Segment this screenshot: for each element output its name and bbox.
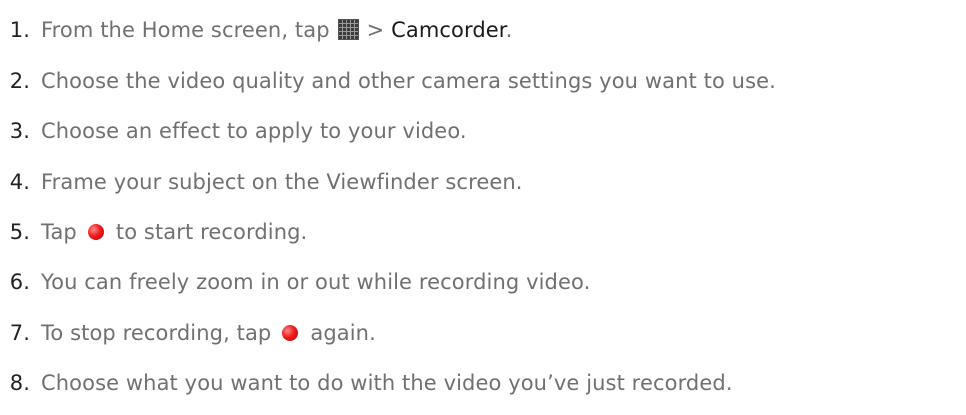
step-text: Choose what you want to do with the vide… xyxy=(41,371,733,395)
step-2: 2. Choose the video quality and other ca… xyxy=(0,66,776,96)
step-text: To stop recording, tap again. xyxy=(30,321,376,345)
step-3: 3. Choose an effect to apply to your vid… xyxy=(0,116,467,146)
step-number: 3. xyxy=(9,119,30,143)
step-6: 6. You can freely zoom in or out while r… xyxy=(0,267,591,297)
step-number: 5. xyxy=(9,220,30,244)
step-text-post: to start recording. xyxy=(115,220,308,244)
step-5: 5. Tap to start recording. xyxy=(0,217,307,247)
step-text-post: again. xyxy=(310,321,376,345)
step-text-tail: . xyxy=(505,18,513,42)
step-7: 7. To stop recording, tap again. xyxy=(0,318,376,348)
record-icon xyxy=(282,325,299,341)
step-1: 1. From the Home screen, tap > Camcorder. xyxy=(0,15,513,45)
step-text-pre: To stop recording, tap xyxy=(41,321,272,345)
step-number: 4. xyxy=(9,170,30,194)
step-text-pre: From the Home screen, tap xyxy=(41,18,330,42)
step-number: 8. xyxy=(9,371,30,395)
step-number: 6. xyxy=(9,270,30,294)
step-text-post: > xyxy=(366,18,392,42)
step-4: 4. Frame your subject on the Viewfinder … xyxy=(0,167,523,197)
step-text: You can freely zoom in or out while reco… xyxy=(41,270,591,294)
step-text: Choose an effect to apply to your video. xyxy=(41,119,467,143)
step-text-pre: Tap xyxy=(41,220,77,244)
step-number: 2. xyxy=(9,69,30,93)
apps-grid-icon xyxy=(337,19,359,40)
step-text: Frame your subject on the Viewfinder scr… xyxy=(41,170,523,194)
step-text: Tap to start recording. xyxy=(30,220,307,244)
record-icon xyxy=(87,224,104,240)
step-number: 1. xyxy=(9,18,30,42)
step-text: From the Home screen, tap > Camcorder. xyxy=(30,18,512,42)
step-8: 8. Choose what you want to do with the v… xyxy=(0,368,733,398)
camcorder-label: Camcorder xyxy=(391,18,506,42)
step-text: Choose the video quality and other camer… xyxy=(41,69,776,93)
step-number: 7. xyxy=(9,321,30,345)
